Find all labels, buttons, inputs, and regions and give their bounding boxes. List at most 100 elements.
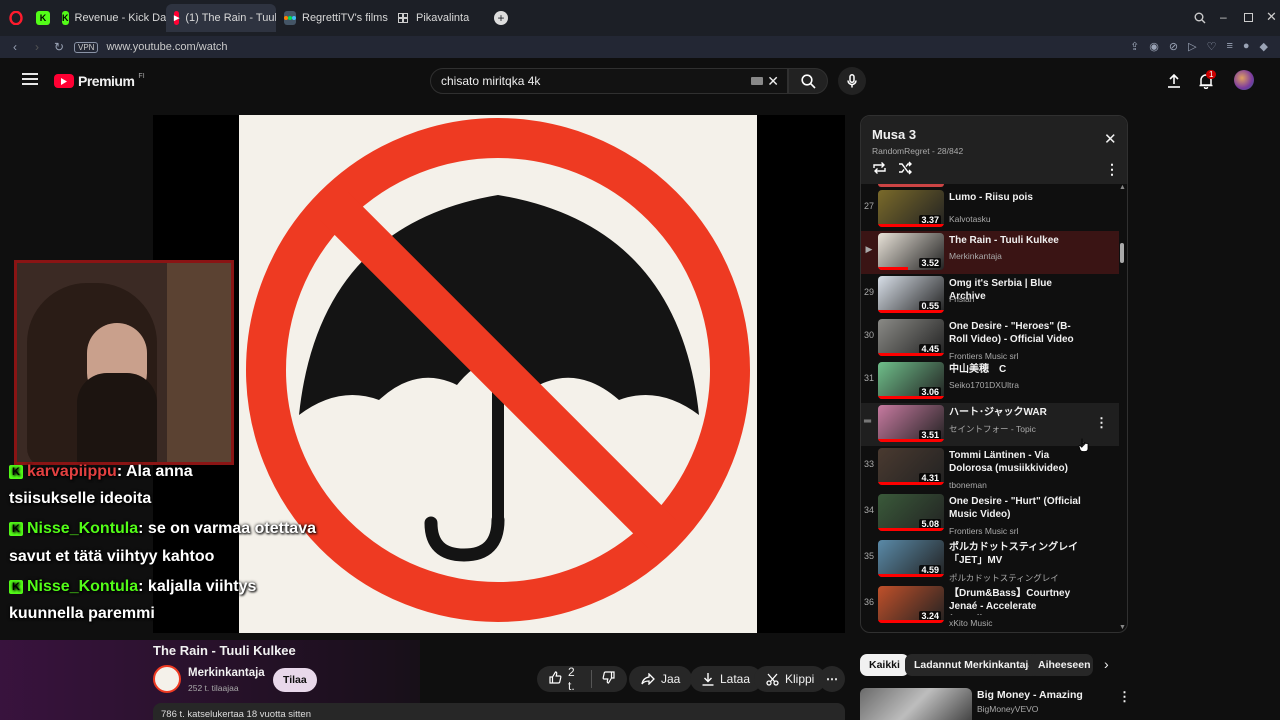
playlist-item-thumbnail[interactable]: 3.52 xyxy=(878,233,944,270)
shuffle-icon[interactable] xyxy=(898,161,913,180)
watched-progress-bar xyxy=(878,267,908,270)
like-count[interactable]: 2 t. xyxy=(568,665,581,693)
watched-progress-bar xyxy=(878,310,944,313)
channel-avatar[interactable] xyxy=(153,665,181,693)
close-window-icon[interactable]: ✕ xyxy=(1266,9,1277,25)
chip-uploaded-by-channel[interactable]: Ladannut Merkinkantaja xyxy=(905,654,1044,676)
tab-kick-dashboard[interactable]: K Revenue - Kick Dashboard xyxy=(54,4,166,32)
playlist-item-channel: xKito Music xyxy=(949,618,993,628)
notifications-button[interactable]: 1 xyxy=(1192,67,1220,95)
duration-badge: 3.52 xyxy=(919,258,941,268)
playlist-item-more-icon[interactable]: ⋮ xyxy=(1095,415,1108,431)
voice-search-button[interactable] xyxy=(838,67,866,95)
share-button[interactable]: Jaa xyxy=(629,666,693,692)
playlist-item-channel: Frisian xyxy=(949,294,975,304)
profile-icon[interactable]: ● xyxy=(1243,40,1250,53)
kick-pinned-icon[interactable]: K xyxy=(32,11,54,25)
browser-tab-bar: K K Revenue - Kick Dashboard ▶ (1) The R… xyxy=(0,0,1280,36)
like-icon[interactable] xyxy=(549,671,562,687)
restore-icon[interactable] xyxy=(1244,13,1253,22)
hamburger-menu-icon[interactable] xyxy=(22,72,38,91)
playlist-item-thumbnail[interactable]: 4.59 xyxy=(878,540,944,577)
chip-all[interactable]: Kaikki xyxy=(860,654,909,676)
playlist-item-thumbnail[interactable]: 0.55 xyxy=(878,276,944,313)
playlist-item-title: ハート･ジャックWAR xyxy=(949,407,1047,418)
playlist-item[interactable]: 29 0.55 Omg it's Serbia | Blue Archive Fris… xyxy=(861,274,1119,317)
clear-search-icon[interactable]: ✕ xyxy=(767,73,779,90)
playlist-item-thumbnail[interactable]: 3.24 xyxy=(878,586,944,623)
chat-message-continued: kuunnella paremmi xyxy=(9,605,155,622)
playlist-item-thumbnail[interactable]: 3.37 xyxy=(878,190,944,227)
drag-handle-icon[interactable]: ═ xyxy=(864,416,871,427)
minimize-icon[interactable]: – xyxy=(1220,10,1227,24)
video-title: The Rain - Tuuli Kulkee xyxy=(153,643,296,658)
no-umbrella-icon xyxy=(246,118,750,622)
chip-related[interactable]: Aiheeseen liit xyxy=(1029,654,1093,676)
adblock-icon[interactable]: ⊘ xyxy=(1169,40,1178,53)
opera-logo-icon[interactable] xyxy=(0,11,32,25)
forward-icon[interactable]: › xyxy=(26,40,48,54)
reload-icon[interactable]: ↻ xyxy=(48,40,70,54)
back-icon[interactable]: ‹ xyxy=(4,40,26,54)
scroll-up-icon[interactable]: ▲ xyxy=(1119,184,1126,191)
recommendation-title[interactable]: Big Money - Amazing xyxy=(977,689,1083,701)
tab-letterboxd[interactable]: RegrettiTV's films • Letterb xyxy=(276,4,388,32)
playlist-item-thumbnail[interactable]: 5.08 xyxy=(878,494,944,531)
share-page-icon[interactable]: ⇪ xyxy=(1130,40,1139,53)
download-button[interactable]: Lataa xyxy=(690,666,763,692)
more-actions-icon[interactable]: ⋯ xyxy=(819,666,845,692)
player-icon[interactable]: ▷ xyxy=(1188,40,1196,53)
playlist-item-thumbnail[interactable]: 4.31 xyxy=(878,448,944,485)
playlist-item[interactable]: 30 4.45 One Desire - "Heroes" (B-Roll Vide… xyxy=(861,317,1119,361)
youtube-premium-logo[interactable]: Premium FI xyxy=(54,73,145,89)
clip-button[interactable]: Klippi xyxy=(754,666,827,692)
new-tab-plus-icon[interactable]: + xyxy=(494,11,508,25)
recommendation-channel[interactable]: BigMoneyVEVO xyxy=(977,704,1038,714)
video-description-box[interactable]: 786 t. katselukertaa 18 vuotta sitten xyxy=(153,703,845,720)
search-button[interactable] xyxy=(788,68,828,94)
extensions-icon[interactable]: ◆ xyxy=(1260,40,1268,53)
loop-icon[interactable] xyxy=(872,161,887,180)
video-frame-no-umbrella-sign[interactable] xyxy=(239,115,757,633)
playlist-title[interactable]: Musa 3 xyxy=(872,127,916,142)
scroll-down-icon[interactable]: ▼ xyxy=(1119,624,1126,631)
recommendation-more-icon[interactable]: ⋮ xyxy=(1118,689,1131,705)
playlist-item[interactable]: 31 3.06 中山美穂 C Seiko1701DXUltra xyxy=(861,360,1119,403)
search-input[interactable]: chisato miritqka 4k ✕ xyxy=(430,68,788,94)
playlist-item-thumbnail[interactable]: 4.45 xyxy=(878,319,944,356)
keyboard-icon[interactable] xyxy=(751,77,763,85)
playlist-item[interactable]: 34 5.08 One Desire - "Hurt" (Official Musi… xyxy=(861,492,1119,536)
chat-message: K Nisse_Kontula: se on varmaa otettava xyxy=(9,520,316,538)
playlist-item[interactable]: 36 3.24 【Drum&Bass】Courtney Jenaé - Accele… xyxy=(861,584,1119,628)
watched-progress-bar xyxy=(878,439,944,442)
channel-name[interactable]: Merkinkantaja xyxy=(188,667,265,679)
watched-progress-bar xyxy=(878,396,944,399)
upload-button[interactable] xyxy=(1160,67,1188,95)
playlist-item-channel: ポルカドットスティングレイ xyxy=(949,573,1059,583)
tab-search-icon[interactable] xyxy=(1194,11,1206,29)
playlist-item[interactable]: 27 3.37 Lumo - Riisu pois Kalvotasku xyxy=(861,188,1119,231)
dislike-icon[interactable] xyxy=(602,671,615,687)
vpn-badge[interactable]: VPN xyxy=(74,41,99,53)
subscribe-button[interactable]: Tilaa xyxy=(273,668,317,692)
tab-youtube-active[interactable]: ▶ (1) The Rain - Tuuli Ku xyxy=(166,4,276,32)
tab-speed-dial[interactable]: Pikavalinta xyxy=(388,4,488,32)
playlist-item-thumbnail[interactable]: 3.51 xyxy=(878,405,944,442)
playlist-item[interactable]: 35 4.59 ポルカドットスティングレイ「JET」MV ポルカドットスティングレイ xyxy=(861,538,1119,583)
playlist-item-thumbnail[interactable]: 3.06 xyxy=(878,362,944,399)
playlist-item-title: One Desire - "Hurt" (Official Music Vide… xyxy=(949,496,1081,520)
playlist-scrollbar-thumb[interactable] xyxy=(1120,243,1124,263)
playlist-more-icon[interactable]: ⋮ xyxy=(1105,161,1119,178)
menu-lines-icon[interactable]: ≡ xyxy=(1226,40,1232,53)
url-field[interactable]: www.youtube.com/watch xyxy=(106,41,227,53)
search-icon xyxy=(800,73,816,89)
camera-icon[interactable]: ◉ xyxy=(1149,40,1159,53)
kick-badge-icon: K xyxy=(9,464,23,479)
heart-icon[interactable]: ♡ xyxy=(1207,40,1217,53)
close-playlist-icon[interactable]: ✕ xyxy=(1104,130,1117,148)
like-dislike-group: 2 t. xyxy=(537,665,627,693)
chips-next-arrow-icon[interactable]: › xyxy=(1104,656,1109,672)
playlist-item-current[interactable]: ▶ 3.52 The Rain - Tuuli Kulkee Merkinkantaj… xyxy=(861,231,1119,274)
recommendation-thumbnail[interactable] xyxy=(860,688,972,720)
account-avatar[interactable] xyxy=(1234,70,1254,90)
